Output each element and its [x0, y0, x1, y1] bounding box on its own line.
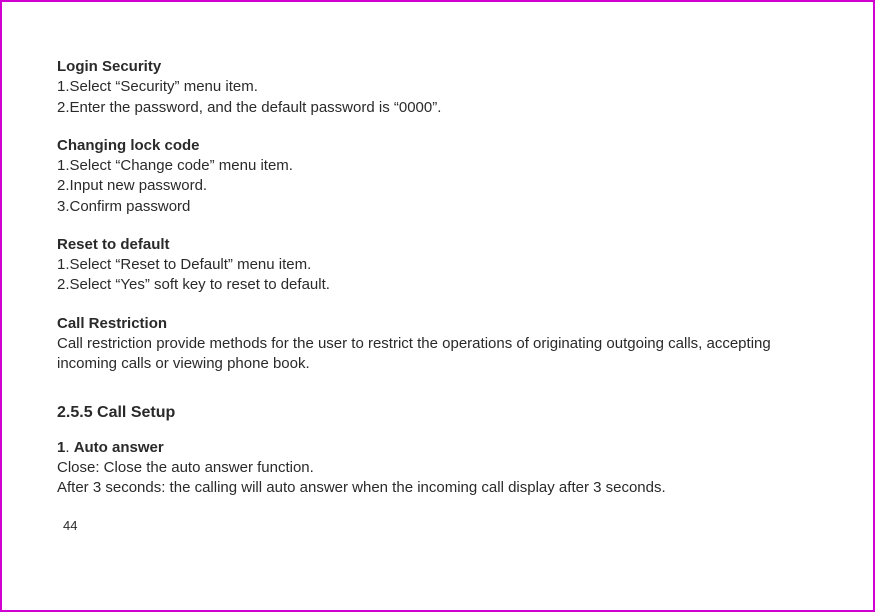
changing-lock-step1: 1.Select “Change code” menu item. [57, 156, 818, 176]
auto-answer-line2: After 3 seconds: the calling will auto a… [57, 478, 818, 498]
call-restriction-heading: Call Restriction [57, 314, 818, 334]
auto-answer-heading-line: 1. Auto answer [57, 438, 818, 458]
changing-lock-heading: Changing lock code [57, 136, 818, 156]
login-security-heading: Login Security [57, 57, 818, 77]
changing-lock-step2: 2.Input new password. [57, 176, 818, 196]
login-security-step1: 1.Select “Security” menu item. [57, 77, 818, 97]
changing-lock-block: Changing lock code 1.Select “Change code… [57, 136, 818, 217]
reset-default-block: Reset to default 1.Select “Reset to Defa… [57, 235, 818, 296]
page-number: 44 [63, 517, 818, 535]
call-restriction-body: Call restriction provide methods for the… [57, 334, 818, 375]
auto-answer-heading: Auto answer [74, 439, 164, 456]
call-setup-section-title: 2.5.5 Call Setup [57, 402, 818, 424]
login-security-step2: 2.Enter the password, and the default pa… [57, 98, 818, 118]
reset-default-heading: Reset to default [57, 235, 818, 255]
login-security-block: Login Security 1.Select “Security” menu … [57, 57, 818, 118]
auto-answer-block: 1. Auto answer Close: Close the auto ans… [57, 438, 818, 499]
changing-lock-step3: 3.Confirm password [57, 197, 818, 217]
auto-answer-line1: Close: Close the auto answer function. [57, 458, 818, 478]
reset-default-step1: 1.Select “Reset to Default” menu item. [57, 255, 818, 275]
auto-answer-dot: . [65, 439, 73, 456]
call-restriction-block: Call Restriction Call restriction provid… [57, 314, 818, 375]
reset-default-step2: 2.Select “Yes” soft key to reset to defa… [57, 275, 818, 295]
